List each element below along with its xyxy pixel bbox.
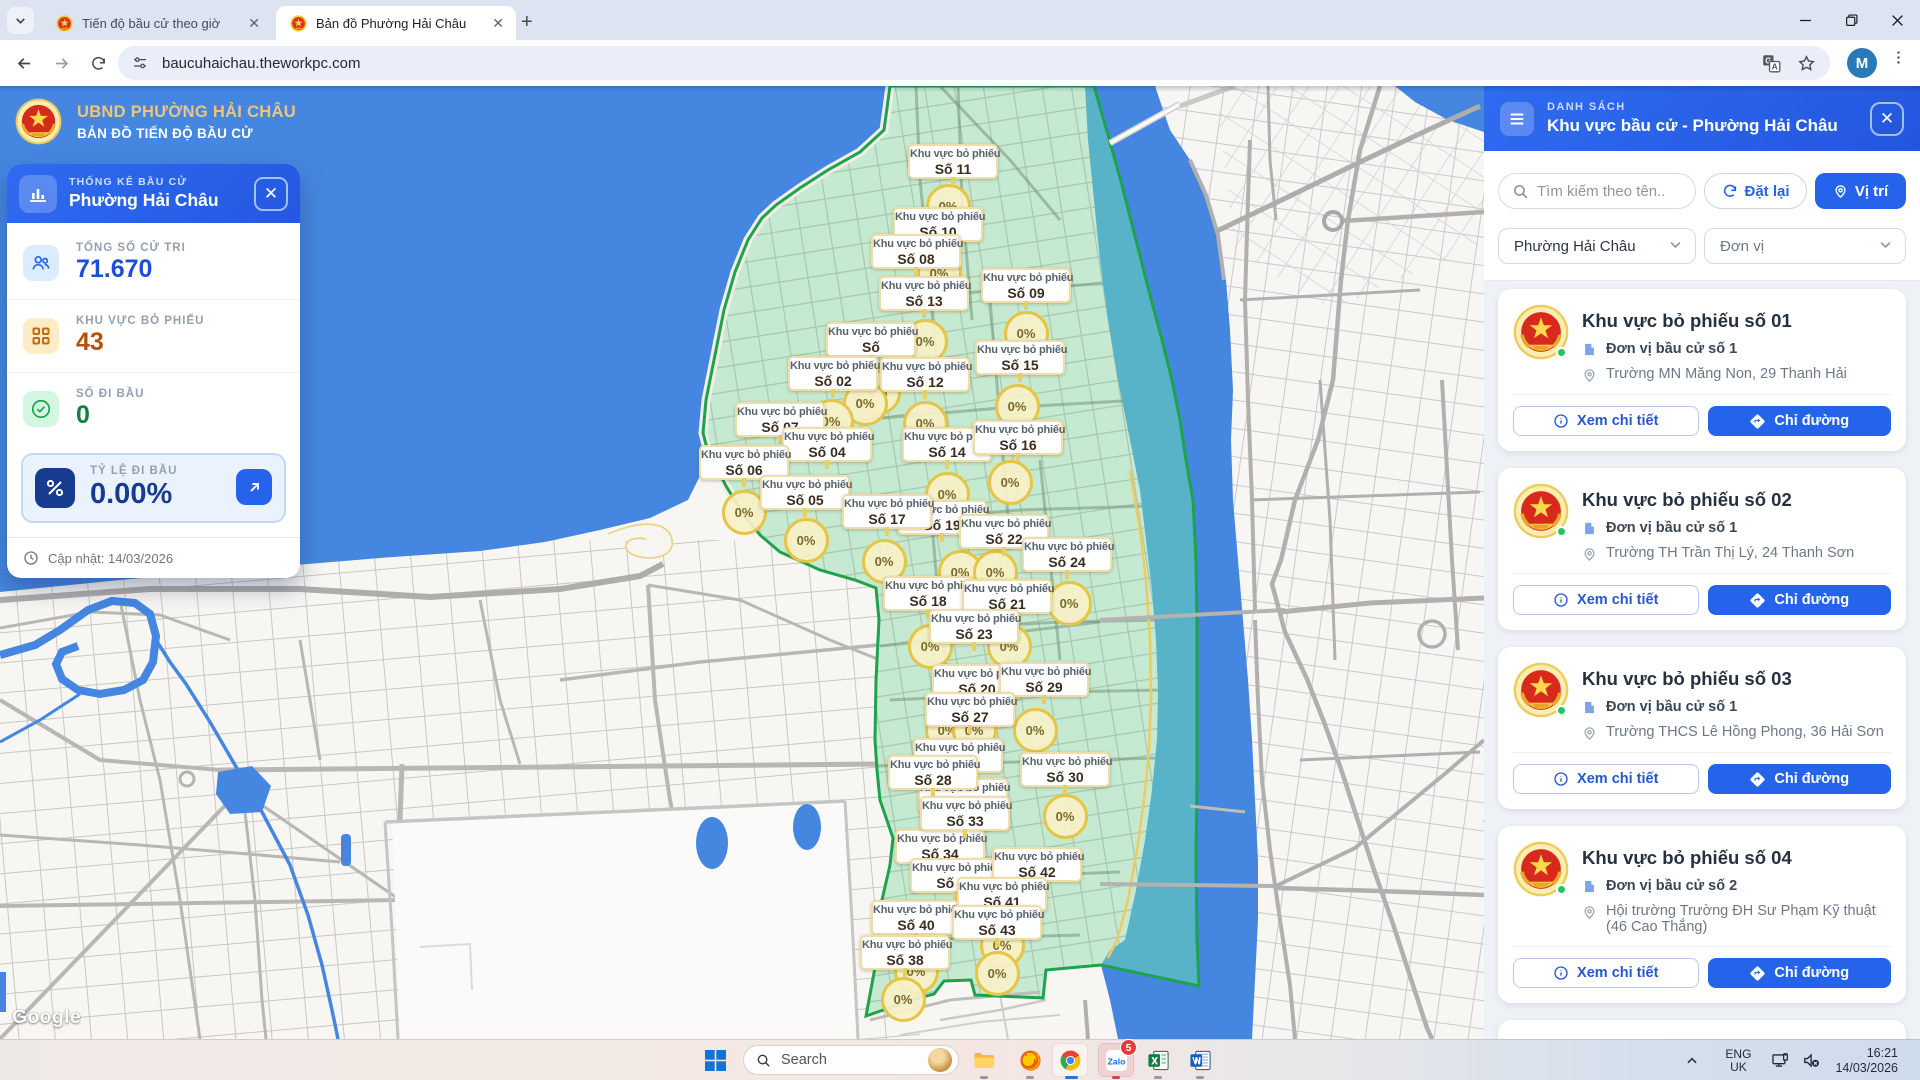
svg-text:A: A: [1772, 61, 1779, 71]
svg-text:Zalo: Zalo: [1107, 1056, 1125, 1066]
